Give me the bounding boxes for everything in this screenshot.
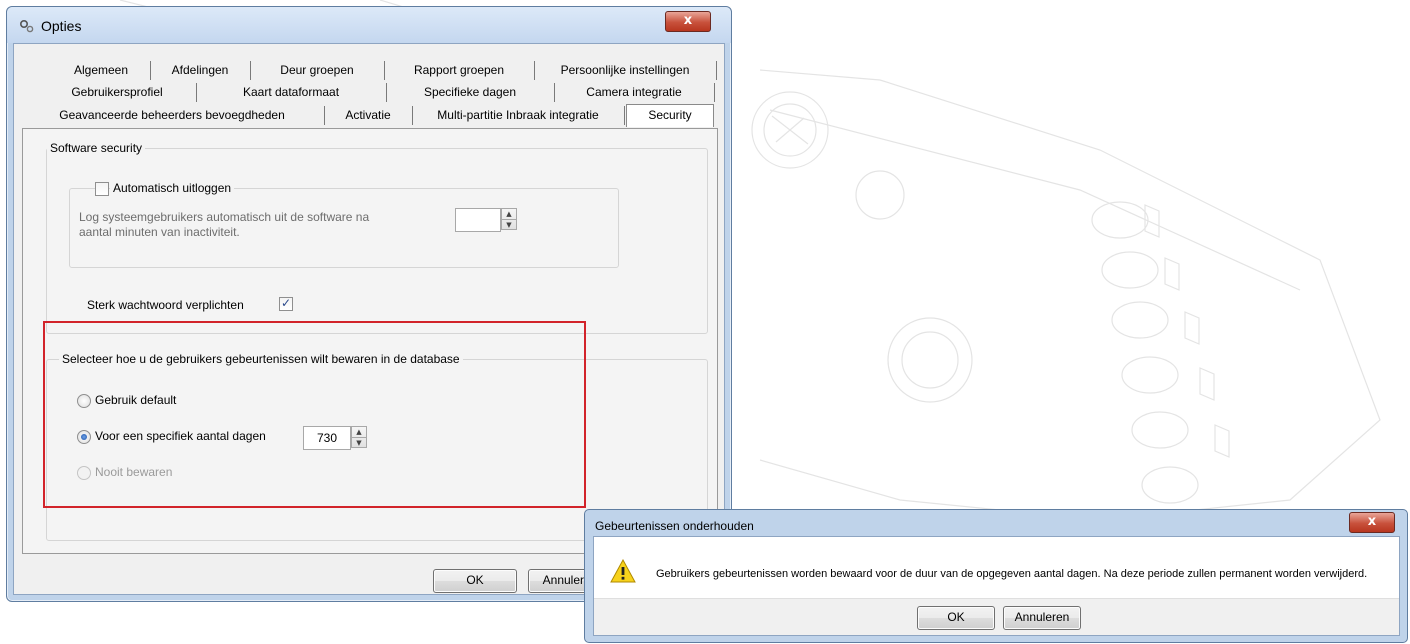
auto-logout-minutes-input[interactable] [455,208,501,232]
dialog-title: Gebeurtenissen onderhouden [595,519,754,533]
options-title: Opties [41,18,82,34]
tab-specifieke-dagen[interactable]: Specifieke dagen [386,83,555,102]
tab-persoonlijke-instellingen[interactable]: Persoonlijke instellingen [534,61,717,80]
dialog-ok-button[interactable]: OK [917,606,995,630]
tab-multi-partitie-inbraak-integratie[interactable]: Multi-partitie Inbraak integratie [412,106,625,125]
tab-row-2: Gebruikersprofiel Kaart dataformaat Spec… [14,83,724,103]
auto-logout-checkbox[interactable] [95,182,109,196]
spin-down-icon[interactable]: ▼ [502,219,516,230]
checkmark-icon: ✓ [281,296,292,310]
tab-kaart-dataformaat[interactable]: Kaart dataformaat [196,83,387,102]
options-titlebar[interactable]: Opties x [7,7,731,43]
software-security-label: Software security [47,141,146,155]
tab-row-1: Algemeen Afdelingen Deur groepen Rapport… [14,61,724,81]
dialog-client-area: Gebruikers gebeurtenissen worden bewaard… [593,536,1400,636]
tab-gebruikersprofiel[interactable]: Gebruikersprofiel [38,83,197,102]
tab-activatie[interactable]: Activatie [324,106,413,125]
auto-logout-description-line1: Log systeemgebruikers automatisch uit de… [79,210,370,224]
tab-rapport-groepen[interactable]: Rapport groepen [384,61,535,80]
auto-logout-description-line2: aantal minuten van inactiviteit. [79,225,240,239]
dialog-close-button[interactable]: x [1349,512,1395,533]
highlight-box [43,321,586,508]
tab-deur-groepen[interactable]: Deur groepen [250,61,385,80]
auto-logout-minutes-spinner[interactable]: ▲ ▼ [501,208,517,230]
tab-security[interactable]: Security [626,104,714,127]
strong-password-checkbox[interactable]: ✓ [279,296,293,311]
warning-icon [610,559,636,583]
dialog-message: Gebruikers gebeurtenissen worden bewaard… [656,568,1368,580]
tab-geavanceerde-beheerders-bevoegdheden[interactable]: Geavanceerde beheerders bevoegdheden [20,106,325,125]
strong-password-label: Sterk wachtwoord verplichten [87,298,244,312]
tab-afdelingen[interactable]: Afdelingen [150,61,251,80]
spin-up-icon[interactable]: ▲ [502,209,516,219]
tab-algemeen[interactable]: Algemeen [52,61,151,80]
gears-icon [19,19,34,33]
tab-row-3: Geavanceerde beheerders bevoegdheden Act… [14,104,724,127]
tab-camera-integratie[interactable]: Camera integratie [554,83,715,102]
auto-logout-label: Automatisch uitloggen [110,181,235,195]
maintenance-dialog: Gebeurtenissen onderhouden x Gebruikers … [584,509,1408,643]
dialog-footer: OK Annuleren [594,598,1399,635]
ok-button[interactable]: OK [433,569,517,593]
dialog-cancel-button[interactable]: Annuleren [1003,606,1081,630]
close-button[interactable]: x [665,11,711,32]
